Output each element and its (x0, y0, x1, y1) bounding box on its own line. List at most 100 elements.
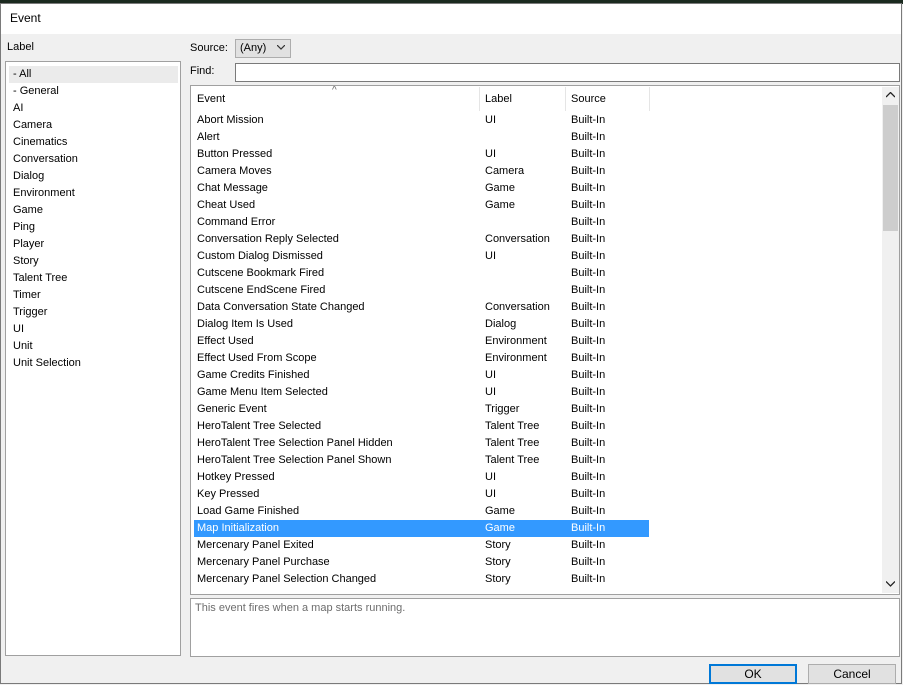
title-bar[interactable]: Event (1, 4, 901, 34)
table-row[interactable]: Map Initialization Game Built-In (194, 520, 649, 537)
label-cell: Environment (485, 352, 547, 364)
table-row[interactable]: HeroTalent Tree Selection Panel Hidden Ta… (194, 435, 649, 452)
table-row[interactable]: Button Pressed UI Built-In (194, 146, 649, 163)
column-header-event[interactable]: Event ^ (192, 85, 480, 111)
label-list-item[interactable]: Unit (13, 338, 33, 355)
table-row[interactable]: Effect Used From Scope Environment Built-I… (194, 350, 649, 367)
label-cell: Talent Tree (485, 437, 540, 449)
table-row[interactable]: Dialog Item Is Used Dialog Built-In (194, 316, 649, 333)
pane-splitter[interactable] (183, 38, 187, 658)
label-list-item[interactable]: Game (13, 202, 43, 219)
source-dropdown-value: (Any) (240, 42, 267, 54)
source-cell: Built-In (571, 284, 606, 296)
label-cell: Story (485, 573, 511, 585)
table-row[interactable]: HeroTalent Tree Selected Talent Tree Built… (194, 418, 649, 435)
table-row[interactable]: Cutscene Bookmark Fired Built-In (194, 265, 649, 282)
table-row[interactable]: Effect Used Environment Built-In (194, 333, 649, 350)
table-row[interactable]: Custom Dialog Dismissed UI Built-In (194, 248, 649, 265)
table-row[interactable]: Data Conversation State Changed Conversat… (194, 299, 649, 316)
table-row[interactable]: Game Menu Item Selected UI Built-In (194, 384, 649, 401)
label-cell: Game (485, 199, 515, 211)
label-list-item[interactable]: Timer (13, 287, 41, 304)
table-row[interactable]: Cutscene EndScene Fired Built-In (194, 282, 649, 299)
ok-button[interactable]: OK (709, 664, 797, 684)
event-cell: Dialog Item Is Used (197, 318, 293, 330)
table-row[interactable]: Game Credits Finished UI Built-In (194, 367, 649, 384)
label-cell: Conversation (485, 233, 550, 245)
label-list-item[interactable]: Camera (13, 117, 52, 134)
source-cell: Built-In (571, 573, 606, 585)
scrollbar-thumb[interactable] (883, 105, 898, 231)
table-row[interactable]: Mercenary Panel Exited Story Built-In (194, 537, 649, 554)
chevron-up-icon[interactable] (882, 87, 899, 104)
label-list[interactable]: - All - General AI Camera Cinematics Conversa… (5, 61, 181, 656)
event-table: Event ^ Label Source Abort Mission UI Buil… (190, 85, 900, 595)
chevron-down-icon[interactable] (882, 576, 899, 593)
table-row[interactable]: Chat Message Game Built-In (194, 180, 649, 197)
table-row[interactable]: Conversation Reply Selected Conversation B… (194, 231, 649, 248)
table-row[interactable]: Hotkey Pressed UI Built-In (194, 469, 649, 486)
source-cell: Built-In (571, 165, 606, 177)
source-cell: Built-In (571, 488, 606, 500)
chevron-down-icon (277, 45, 285, 50)
table-row[interactable]: Mercenary Panel Selection Changed Story Bu… (194, 571, 649, 588)
source-cell: Built-In (571, 403, 606, 415)
table-row[interactable]: Command Error Built-In (194, 214, 649, 231)
column-header-event-label: Event (197, 93, 226, 105)
table-row[interactable]: Load Game Finished Game Built-In (194, 503, 649, 520)
label-list-item[interactable]: Conversation (13, 151, 78, 168)
label-list-item[interactable]: UI (13, 321, 24, 338)
event-cell: Effect Used From Scope (197, 352, 317, 364)
source-cell: Built-In (571, 199, 606, 211)
label-list-item[interactable]: Story (13, 253, 39, 270)
label-cell: UI (485, 148, 496, 160)
table-row[interactable]: Cheat Used Game Built-In (194, 197, 649, 214)
source-label: Source: (190, 42, 228, 54)
label-cell: Camera (485, 165, 525, 177)
column-header-source[interactable]: Source (566, 87, 650, 111)
table-row[interactable]: Key Pressed UI Built-In (194, 486, 649, 503)
vertical-scrollbar[interactable] (882, 87, 899, 593)
label-cell: UI (485, 250, 496, 262)
label-cell: Story (485, 539, 511, 551)
source-dropdown[interactable]: (Any) (235, 39, 291, 58)
label-list-item[interactable]: Trigger (13, 304, 47, 321)
event-cell: Custom Dialog Dismissed (197, 250, 323, 262)
find-input[interactable] (235, 63, 900, 82)
cancel-button[interactable]: Cancel (808, 664, 896, 684)
table-row[interactable]: Camera Moves Camera Built-In (194, 163, 649, 180)
table-row[interactable]: Abort Mission UI Built-In (194, 112, 649, 129)
label-list-item[interactable]: - General (13, 83, 59, 100)
source-cell: Built-In (571, 556, 606, 568)
source-cell: Built-In (571, 114, 606, 126)
source-cell: Built-In (571, 420, 606, 432)
event-cell: HeroTalent Tree Selected (197, 420, 322, 432)
event-cell: Cutscene Bookmark Fired (197, 267, 325, 279)
label-cell: UI (485, 471, 496, 483)
event-cell: Mercenary Panel Selection Changed (197, 573, 377, 585)
label-list-item[interactable]: Player (13, 236, 44, 253)
label-list-item[interactable]: Dialog (13, 168, 44, 185)
label-list-item[interactable]: Unit Selection (13, 355, 81, 372)
table-row[interactable]: Mercenary Panel Purchase Story Built-In (194, 554, 649, 571)
column-header-label[interactable]: Label (480, 87, 566, 111)
table-row[interactable]: Alert Built-In (194, 129, 649, 146)
table-row[interactable]: HeroTalent Tree Selection Panel Shown Tal… (194, 452, 649, 469)
label-list-item[interactable]: Ping (13, 219, 35, 236)
table-row[interactable]: Generic Event Trigger Built-In (194, 401, 649, 418)
label-cell: Dialog (485, 318, 517, 330)
label-cell: UI (485, 114, 496, 126)
label-cell: UI (485, 488, 496, 500)
event-cell: Cutscene EndScene Fired (197, 284, 326, 296)
label-list-item[interactable]: - All (9, 66, 178, 83)
label-list-item[interactable]: Cinematics (13, 134, 67, 151)
event-cell: Command Error (197, 216, 276, 228)
source-cell: Built-In (571, 301, 606, 313)
label-list-item[interactable]: Environment (13, 185, 75, 202)
label-cell: Talent Tree (485, 454, 540, 466)
label-list-item[interactable]: Talent Tree (13, 270, 67, 287)
label-list-item[interactable]: AI (13, 100, 23, 117)
source-cell: Built-In (571, 335, 606, 347)
sort-ascending-icon: ^ (332, 85, 337, 96)
source-cell: Built-In (571, 131, 606, 143)
